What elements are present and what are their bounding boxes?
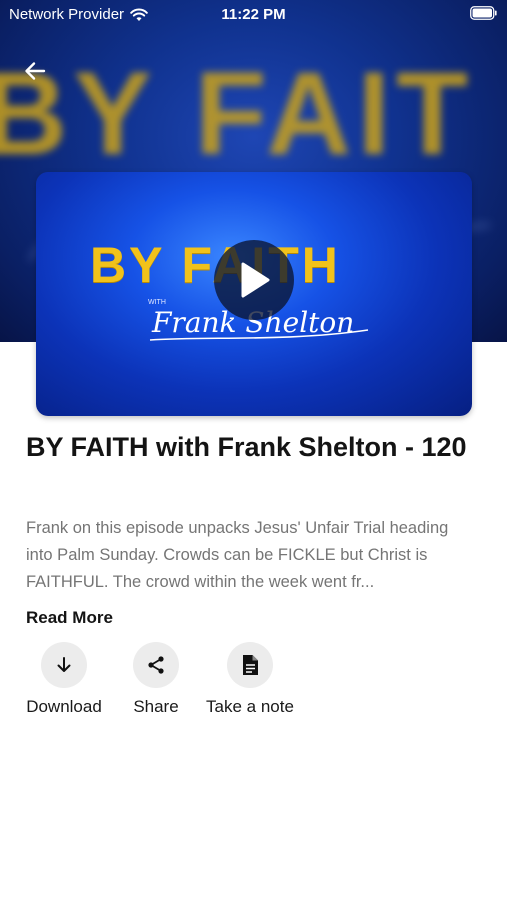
take-note-label: Take a note — [206, 697, 294, 716]
share-circle — [133, 642, 179, 688]
share-button[interactable]: Share — [126, 642, 186, 717]
episode-description: Frank on this episode unpacks Jesus' Unf… — [26, 519, 449, 591]
status-time: 11:22 PM — [221, 6, 286, 23]
status-bar: Network Provider 11:22 PM — [0, 0, 507, 30]
share-icon — [148, 656, 164, 674]
arrow-left-icon — [25, 62, 46, 80]
download-circle — [41, 642, 87, 688]
video-art-with: WITH — [148, 299, 166, 306]
share-label: Share — [133, 697, 179, 716]
play-button[interactable] — [214, 240, 294, 320]
take-note-circle — [227, 642, 273, 688]
play-icon — [241, 262, 270, 298]
read-more-link[interactable]: Read More — [26, 608, 113, 628]
battery-icon — [470, 6, 497, 20]
episode-title: BY FAITH with Frank Shelton - 120 — [26, 432, 467, 462]
back-button[interactable] — [20, 56, 50, 86]
video-player[interactable]: BY FAITH WITH Frank Shelton — [36, 172, 472, 416]
take-note-button[interactable]: Take a note — [204, 642, 296, 717]
note-icon — [243, 655, 258, 675]
hero-background-title: BY FAIT — [0, 48, 475, 180]
download-icon — [57, 657, 71, 672]
download-button[interactable]: Download — [25, 642, 103, 717]
download-label: Download — [26, 697, 102, 716]
